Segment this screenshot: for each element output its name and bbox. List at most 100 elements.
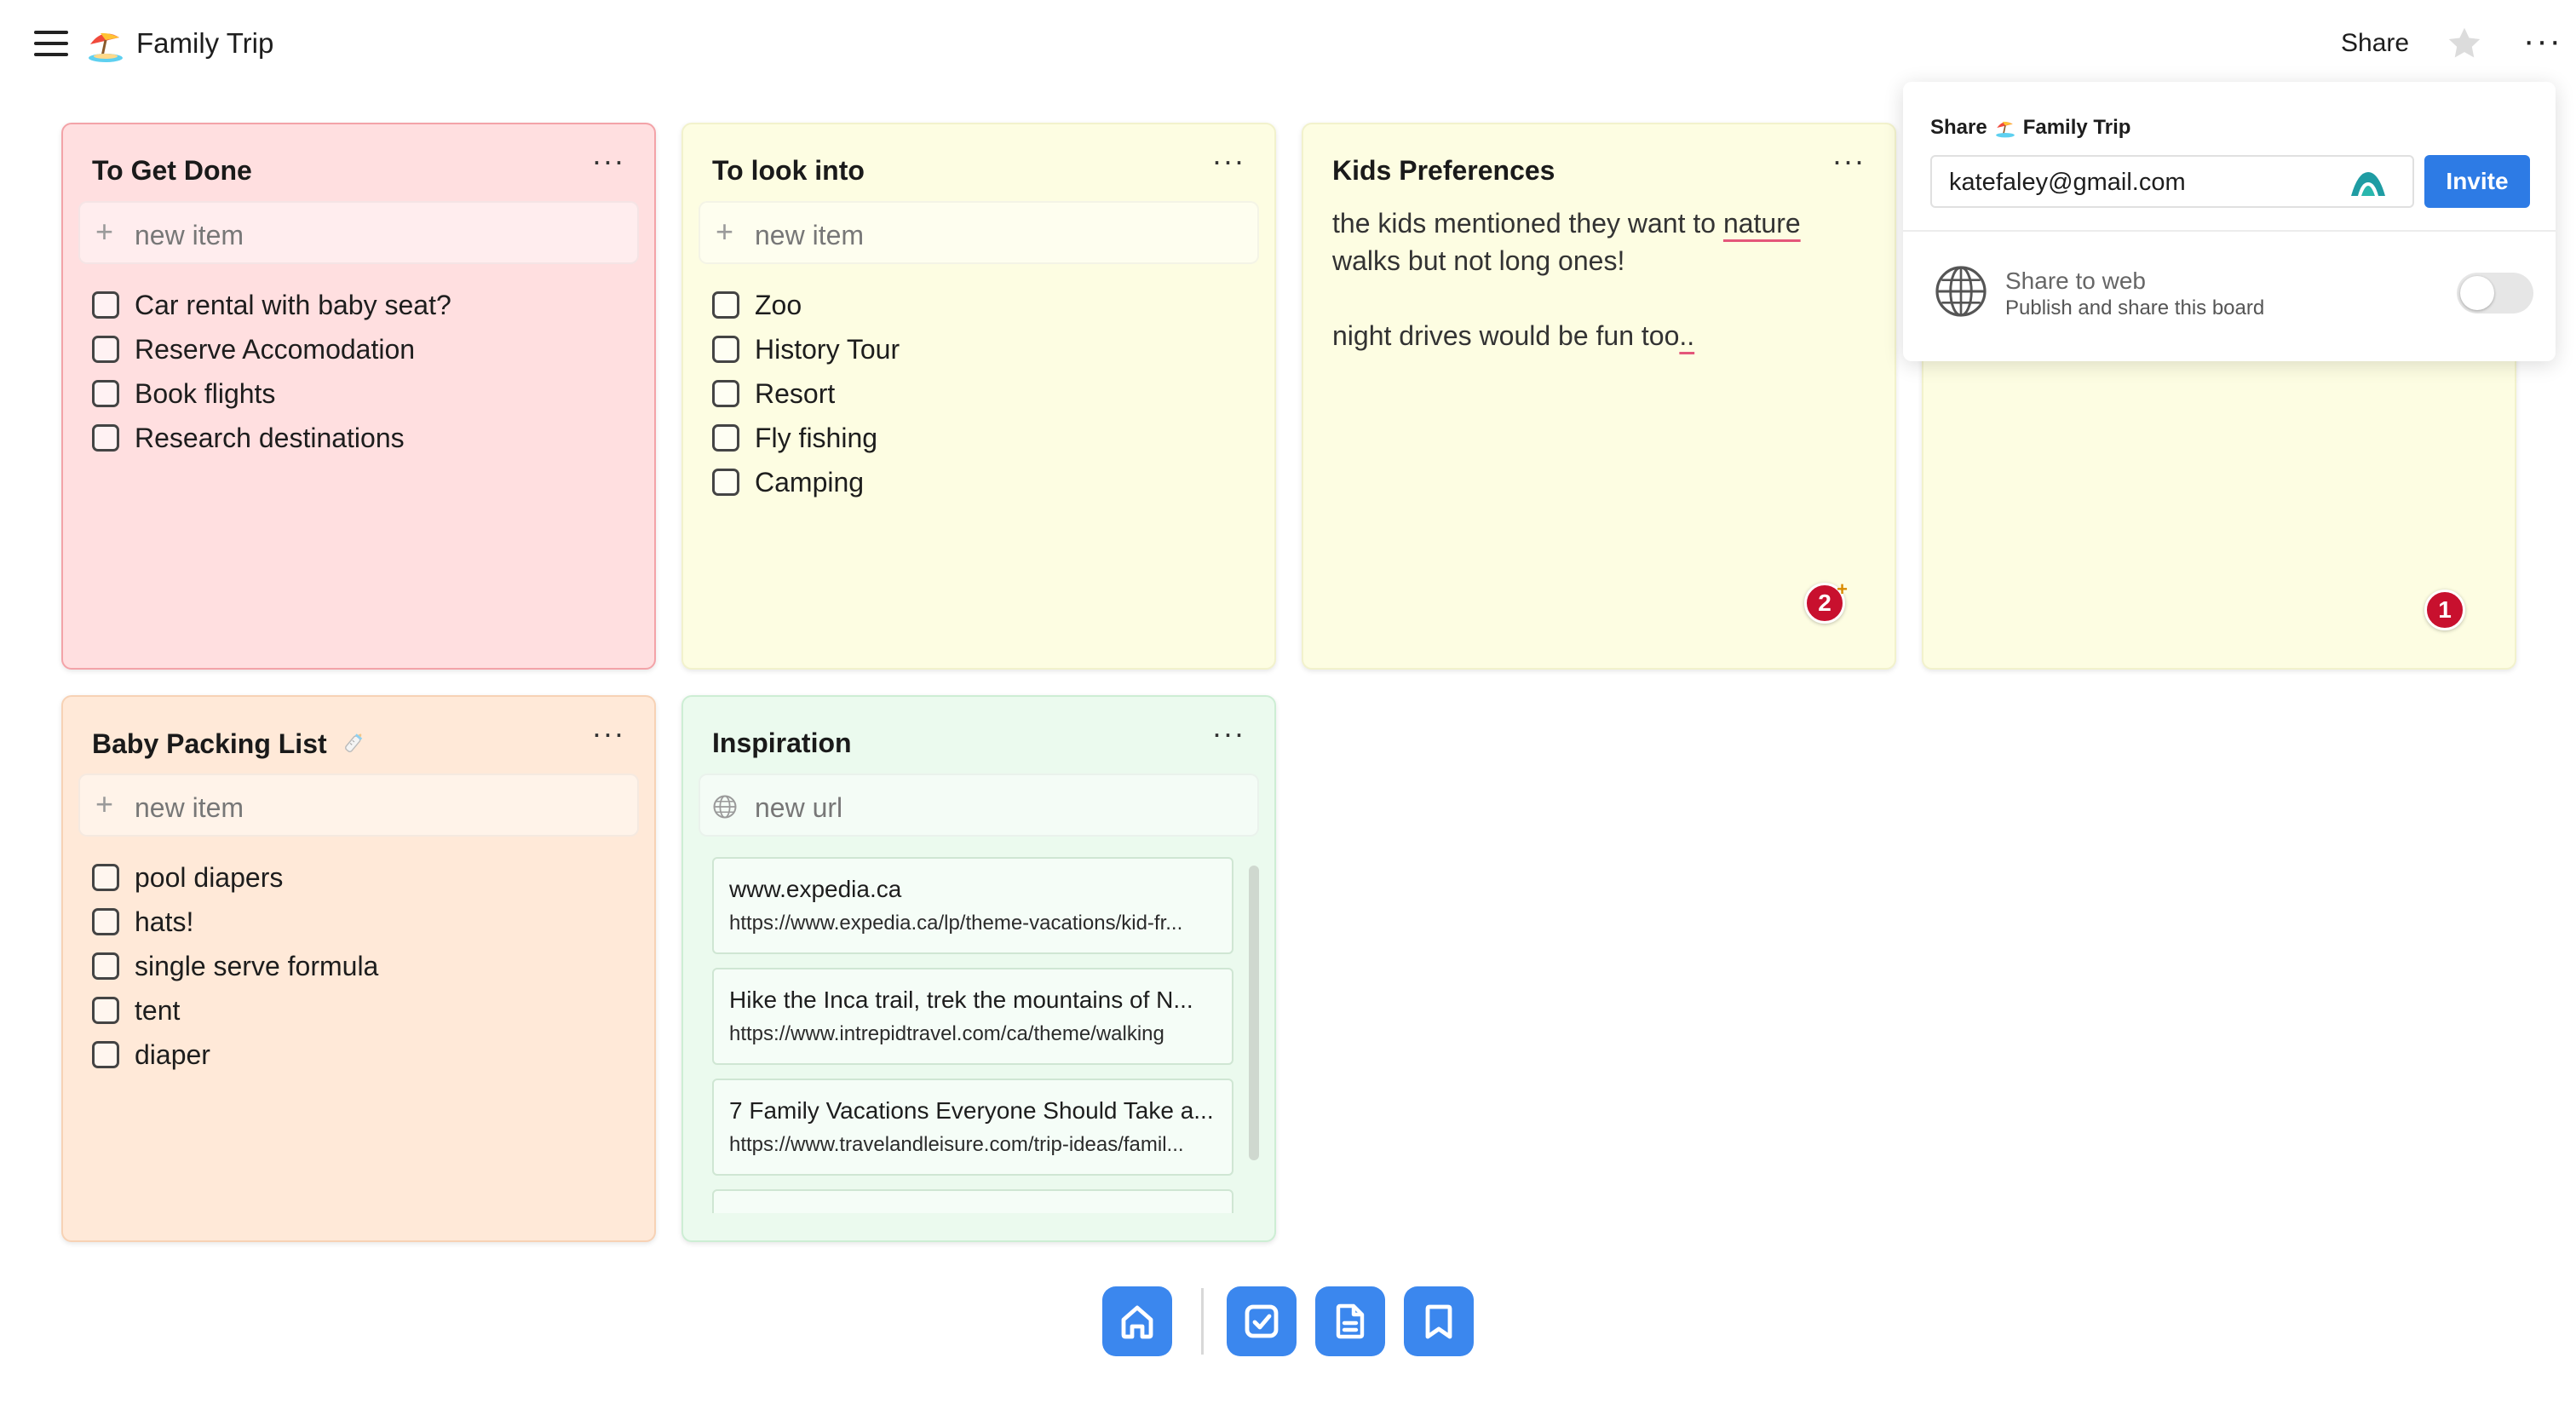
baby-bottle-icon	[344, 734, 362, 753]
link-url: https://www.expedia.ca/lp/theme-vacation…	[729, 912, 1183, 935]
new-item-placeholder: new item	[135, 792, 244, 823]
bookmark-icon	[1425, 1304, 1452, 1339]
checklist-button[interactable]	[1227, 1286, 1297, 1356]
checkbox[interactable]	[92, 908, 119, 935]
list-item: pool diapers	[92, 855, 637, 900]
link-title: 7 Family Vacations Everyone Should Take …	[729, 1097, 1214, 1124]
list-item: Fly fishing	[712, 416, 1257, 460]
new-url-placeholder: new url	[755, 792, 843, 823]
card-more-icon[interactable]: ···	[586, 718, 630, 755]
checkbox[interactable]	[712, 469, 739, 496]
link-card[interactable]: 7 Family Vacations Everyone Should Take …	[712, 1079, 1233, 1176]
card-more-icon[interactable]: ···	[1206, 146, 1251, 182]
item-label: Car rental with baby seat?	[135, 289, 451, 320]
card-kids-preferences: Kids Preferences ··· the kids mentioned …	[1302, 123, 1896, 670]
more-options-icon[interactable]: ···	[2521, 24, 2564, 63]
checkbox[interactable]	[712, 291, 739, 319]
link-url: https://www.intrepidtravel.com/ca/theme/…	[729, 1022, 1164, 1045]
dock-separator	[1201, 1288, 1204, 1355]
scrollbar[interactable]	[1249, 866, 1259, 1160]
bookmark-button[interactable]	[1404, 1286, 1474, 1356]
link-url: https://www.travelandleisure.com/trip-id…	[729, 1133, 1184, 1156]
card-title: Inspiration	[712, 728, 852, 758]
card-title: To Get Done	[92, 155, 252, 186]
beach-umbrella-icon	[1995, 121, 2015, 138]
share-popover: Share Family Trip Invite Share to web Pu…	[1903, 82, 2556, 361]
checkbox[interactable]	[92, 997, 119, 1024]
comment-count: 2	[1818, 590, 1831, 616]
spellcheck-word: nature	[1722, 208, 1801, 239]
share-to-web-title: Share to web	[2005, 268, 2146, 294]
share-to-web-toggle[interactable]	[2457, 273, 2533, 314]
home-button[interactable]	[1102, 1286, 1172, 1356]
list-item: single serve formula	[92, 944, 637, 988]
new-url-input[interactable]: new url	[699, 774, 1259, 837]
item-label: History Tour	[755, 333, 900, 365]
link-card[interactable]: Hike the Inca trail, trek the mountains …	[712, 968, 1233, 1065]
document-icon	[1336, 1303, 1365, 1339]
item-label: Fly fishing	[755, 422, 878, 453]
card-to-get-done: To Get Done ··· + new item Car rental wi…	[61, 123, 656, 670]
item-label: Resort	[755, 377, 836, 409]
item-label: diaper	[135, 1038, 210, 1070]
board-title: Family Trip	[136, 27, 274, 59]
card-more-icon[interactable]: ···	[586, 146, 630, 182]
beach-umbrella-icon	[89, 32, 123, 62]
invite-email-field[interactable]	[1930, 155, 2414, 208]
checkbox[interactable]	[92, 1041, 119, 1068]
share-heading-board: Family Trip	[2022, 116, 2131, 139]
star-icon[interactable]	[2445, 24, 2484, 63]
new-item-input[interactable]: + new item	[699, 201, 1259, 264]
checkbox[interactable]	[92, 424, 119, 452]
list-item: Zoo	[712, 283, 1257, 327]
card-title: Baby Packing List	[92, 728, 369, 760]
toggle-knob	[2460, 276, 2494, 310]
menu-icon[interactable]	[34, 31, 68, 58]
checkbox[interactable]	[92, 380, 119, 407]
comment-count-badge[interactable]: 1	[2424, 590, 2465, 630]
link-title: Hike the Inca trail, trek the mountains …	[729, 987, 1193, 1013]
checkbox[interactable]	[712, 336, 739, 363]
item-label: Zoo	[755, 289, 802, 320]
list-item: hats!	[92, 900, 637, 944]
new-item-input[interactable]: + new item	[78, 774, 639, 837]
item-label: Reserve Accomodation	[135, 333, 416, 365]
new-item-input[interactable]: + new item	[78, 201, 639, 264]
checkbox[interactable]	[92, 952, 119, 980]
card-more-icon[interactable]: ···	[1206, 718, 1251, 755]
item-label: Camping	[755, 466, 865, 498]
card-more-icon[interactable]: ···	[1826, 146, 1871, 182]
checklist: pool diapers hats! single serve formula …	[92, 855, 637, 1077]
checkbox[interactable]	[92, 864, 119, 891]
plus-icon: +	[716, 214, 734, 249]
item-label: Research destinations	[135, 422, 405, 453]
comment-count-badge[interactable]: 2 +	[1804, 578, 1848, 624]
globe-icon	[713, 795, 737, 819]
checkbox[interactable]	[712, 424, 739, 452]
checkbox[interactable]	[92, 336, 119, 363]
invite-button[interactable]: Invite	[2424, 155, 2530, 208]
link-card[interactable]: www.expedia.ca https://www.expedia.ca/lp…	[712, 857, 1233, 954]
plus-icon: +	[95, 214, 114, 249]
mountain-avatar-icon	[2351, 172, 2385, 196]
invite-email-input[interactable]	[1949, 167, 2324, 198]
note-text[interactable]: the kids mentioned they want to nature w…	[1332, 204, 1843, 354]
list-item: History Tour	[712, 327, 1257, 371]
list-item: Camping	[712, 460, 1257, 504]
link-card[interactable]	[712, 1189, 1233, 1213]
spellcheck-word: ..	[1679, 320, 1695, 351]
card-title-text: Baby Packing List	[92, 728, 327, 759]
share-button[interactable]: Share	[2341, 29, 2409, 58]
checkbox[interactable]	[92, 291, 119, 319]
note-segment: the kids mentioned they want to	[1332, 208, 1723, 239]
checklist: Zoo History Tour Resort Fly fishing Camp…	[712, 283, 1257, 504]
list-item: tent	[92, 988, 637, 1033]
share-heading-prefix: Share	[1930, 116, 1987, 139]
list-item: Book flights	[92, 371, 637, 416]
divider	[1903, 230, 2556, 232]
plus-icon: +	[95, 786, 114, 821]
checkbox[interactable]	[712, 380, 739, 407]
note-button[interactable]	[1315, 1286, 1385, 1356]
new-item-placeholder: new item	[135, 220, 244, 250]
link-title: www.expedia.ca	[729, 876, 902, 902]
